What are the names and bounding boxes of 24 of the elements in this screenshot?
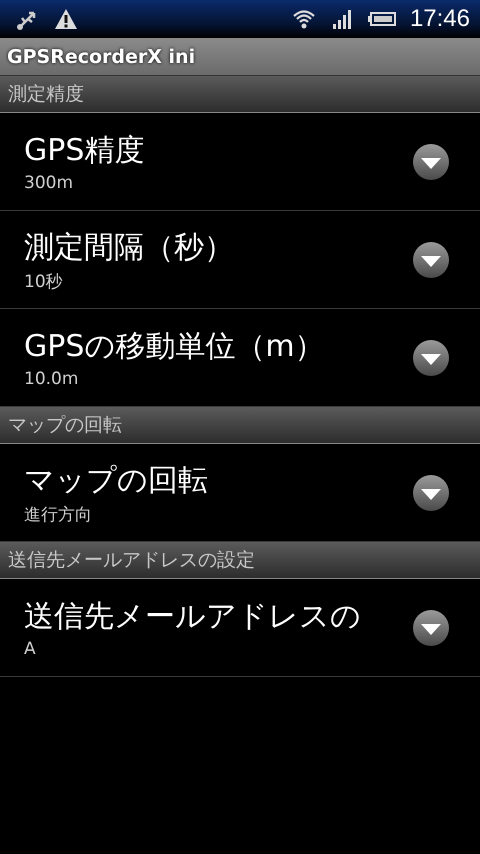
section-title: マップの回転 <box>8 413 122 438</box>
section-title: 測定精度 <box>8 82 84 107</box>
dropdown-icon <box>412 608 450 646</box>
preference-row[interactable]: 測定間隔（秒） 10秒 <box>0 211 480 309</box>
preference-summary: 10.0m <box>24 369 80 389</box>
preference-summary: A <box>24 639 37 659</box>
preference-title: GPS精度 <box>24 132 146 170</box>
dropdown-icon <box>412 142 450 180</box>
dropdown-icon <box>412 240 450 278</box>
preference-summary: 300m <box>24 173 74 193</box>
preference-summary: 進行方向 <box>24 504 93 526</box>
preference-row[interactable]: GPS精度 300m <box>0 113 480 211</box>
preference-title: 測定間隔（秒） <box>24 228 235 266</box>
preference-title: 送信先メールアドレスの <box>24 598 362 636</box>
clock-time: 17:46 <box>410 5 470 33</box>
preference-summary: 10秒 <box>24 270 64 292</box>
dropdown-icon <box>412 338 450 376</box>
section-title: 送信先メールアドレスの設定 <box>8 548 255 573</box>
preference-title: マップの回転 <box>24 462 209 500</box>
app-title: GPSRecorderX ini <box>7 46 196 68</box>
preference-row[interactable]: 送信先メールアドレスの A <box>0 579 480 677</box>
preference-title: GPSの移動単位（m） <box>24 328 326 366</box>
warning-icon <box>54 7 78 31</box>
dropdown-icon <box>412 474 450 512</box>
